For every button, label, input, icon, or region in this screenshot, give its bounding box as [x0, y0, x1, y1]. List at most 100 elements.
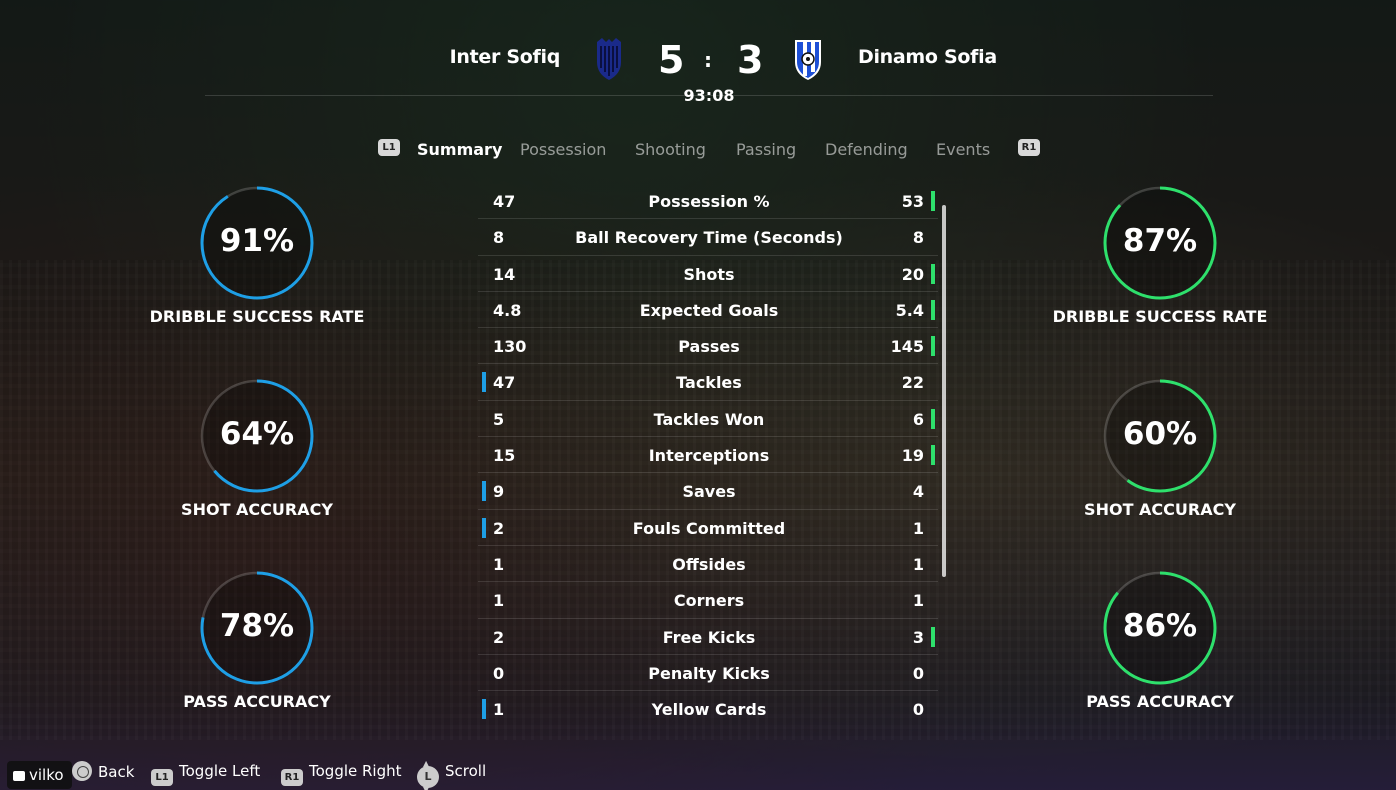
stat-label: Interceptions: [648, 446, 770, 466]
stat-row: 15 Interceptions 19: [478, 437, 938, 474]
stat-away-value: 4: [912, 482, 924, 502]
home-team-name: Inter Sofiq: [449, 46, 561, 68]
gauge-value: 64%: [219, 416, 295, 452]
tab-summary[interactable]: Summary: [417, 140, 502, 159]
toggle-right-label: Toggle Right: [309, 762, 402, 780]
stat-row: 14 Shots 20: [478, 256, 938, 292]
gauge-value: 60%: [1122, 416, 1198, 452]
stat-away-value: 5.4: [895, 300, 924, 320]
stat-away-value: 1: [912, 518, 924, 538]
stat-label: Fouls Committed: [632, 518, 786, 538]
stat-away-value: 22: [901, 373, 924, 393]
stat-away-value: 6: [912, 409, 924, 429]
away-leader-marker: [931, 191, 935, 211]
stat-row: 1 Offsides 1: [478, 546, 938, 583]
stat-label: Tackles Won: [653, 409, 765, 429]
stat-label: Corners: [673, 591, 745, 611]
stat-away-value: 0: [912, 663, 924, 683]
chat-icon: [13, 771, 25, 781]
gauge-value: 78%: [219, 608, 295, 644]
stat-label: Penalty Kicks: [648, 663, 770, 683]
tab-defending[interactable]: Defending: [825, 140, 908, 159]
stat-row: 130 Passes 145: [478, 328, 938, 365]
stat-away-value: 53: [901, 192, 924, 211]
scroll-label: Scroll: [445, 762, 487, 780]
away-leader-marker: [931, 445, 935, 466]
stat-row: 47 Possession % 53: [478, 183, 938, 220]
stats-scrollbar[interactable]: [942, 205, 946, 577]
footer-controls: vilko Back L1 Toggle Left R1 Toggle Right …: [0, 752, 1396, 790]
stat-label: Possession %: [648, 192, 770, 211]
circle-button-icon: [72, 761, 92, 781]
stat-row: 1 Corners 1: [478, 582, 938, 619]
away-gauge: 87% DRIBBLE SUCCESS RATE: [1050, 185, 1270, 326]
away-gauge: 60% SHOT ACCURACY: [1050, 378, 1270, 519]
home-gauge: 91% DRIBBLE SUCCESS RATE: [147, 185, 367, 326]
header-divider: [205, 95, 1213, 96]
toggle-left-label: Toggle Left: [179, 762, 261, 780]
left-stick-icon: L: [417, 753, 439, 790]
stat-row: 1 Yellow Cards 0: [478, 691, 938, 727]
scoreboard: Inter Sofiq 5 : 3 Dinamo Sofia: [0, 36, 1396, 86]
stat-label: Tackles: [676, 373, 742, 393]
toggle-right-hint[interactable]: R1 Toggle Right: [281, 761, 402, 786]
stat-label: Ball Recovery Time (Seconds): [575, 228, 843, 248]
stat-row: 2 Fouls Committed 1: [478, 510, 938, 546]
home-score: 5: [658, 38, 685, 82]
stat-away-value: 3: [912, 627, 924, 647]
l1-button-icon: L1: [151, 769, 173, 786]
away-leader-marker: [931, 336, 935, 357]
gauge-label: PASS ACCURACY: [1086, 692, 1234, 711]
stat-away-value: 0: [912, 700, 924, 720]
away-team-crest-icon: [795, 40, 821, 80]
r1-button-icon[interactable]: R1: [1018, 139, 1040, 156]
stat-label: Passes: [678, 337, 740, 357]
stat-away-value: 1: [912, 591, 924, 611]
stat-row: 4.8 Expected Goals 5.4: [478, 292, 938, 329]
toggle-left-hint[interactable]: L1 Toggle Left: [151, 761, 260, 786]
user-chip[interactable]: vilko: [7, 761, 72, 789]
stat-label: Saves: [682, 482, 736, 502]
away-leader-marker: [931, 626, 935, 647]
stat-label: Shots: [683, 264, 735, 284]
gauge-label: PASS ACCURACY: [183, 692, 331, 711]
l1-button-icon[interactable]: L1: [378, 139, 400, 156]
stat-label: Expected Goals: [639, 300, 779, 320]
away-score: 3: [737, 38, 764, 82]
gauge-value: 91%: [219, 223, 295, 259]
gauge-label: DRIBBLE SUCCESS RATE: [149, 307, 365, 326]
gauge-value: 87%: [1122, 223, 1198, 259]
stat-row: 0 Penalty Kicks 0: [478, 655, 938, 692]
stat-label: Yellow Cards: [651, 700, 767, 720]
user-name: vilko: [29, 766, 64, 784]
back-hint[interactable]: Back: [72, 761, 134, 782]
gauge-value: 86%: [1122, 608, 1198, 644]
away-leader-marker: [931, 263, 935, 284]
tab-passing[interactable]: Passing: [736, 140, 796, 159]
tab-events[interactable]: Events: [936, 140, 990, 159]
stat-row: 47 Tackles 22: [478, 364, 938, 401]
stat-away-value: 19: [901, 446, 924, 466]
stat-label: Offsides: [672, 554, 746, 574]
stat-away-value: 8: [912, 228, 924, 248]
home-gauge: 78% PASS ACCURACY: [147, 570, 367, 711]
scroll-hint[interactable]: L Scroll: [417, 753, 487, 790]
stat-away-value: 145: [890, 337, 924, 357]
stats-tabs: L1 Summary Possession Shooting Passing D…: [0, 136, 1396, 166]
home-team-crest-icon: [597, 38, 621, 80]
back-label: Back: [98, 763, 135, 781]
tab-possession[interactable]: Possession: [520, 140, 606, 159]
gauge-label: SHOT ACCURACY: [1084, 500, 1236, 519]
r1-button-icon: R1: [281, 769, 303, 786]
away-leader-marker: [931, 408, 935, 429]
tab-shooting[interactable]: Shooting: [635, 140, 706, 159]
gauge-label: DRIBBLE SUCCESS RATE: [1052, 307, 1268, 326]
away-team-name: Dinamo Sofia: [858, 46, 997, 68]
stat-row: 8 Ball Recovery Time (Seconds) 8: [478, 219, 938, 256]
stats-table[interactable]: 47 Possession % 53 8 Ball Recovery Time (Sec…: [478, 183, 938, 727]
home-gauge: 64% SHOT ACCURACY: [147, 378, 367, 519]
stat-away-value: 1: [912, 554, 924, 574]
stat-row: 5 Tackles Won 6: [478, 401, 938, 438]
away-leader-marker: [931, 299, 935, 320]
score-separator: :: [704, 48, 712, 72]
